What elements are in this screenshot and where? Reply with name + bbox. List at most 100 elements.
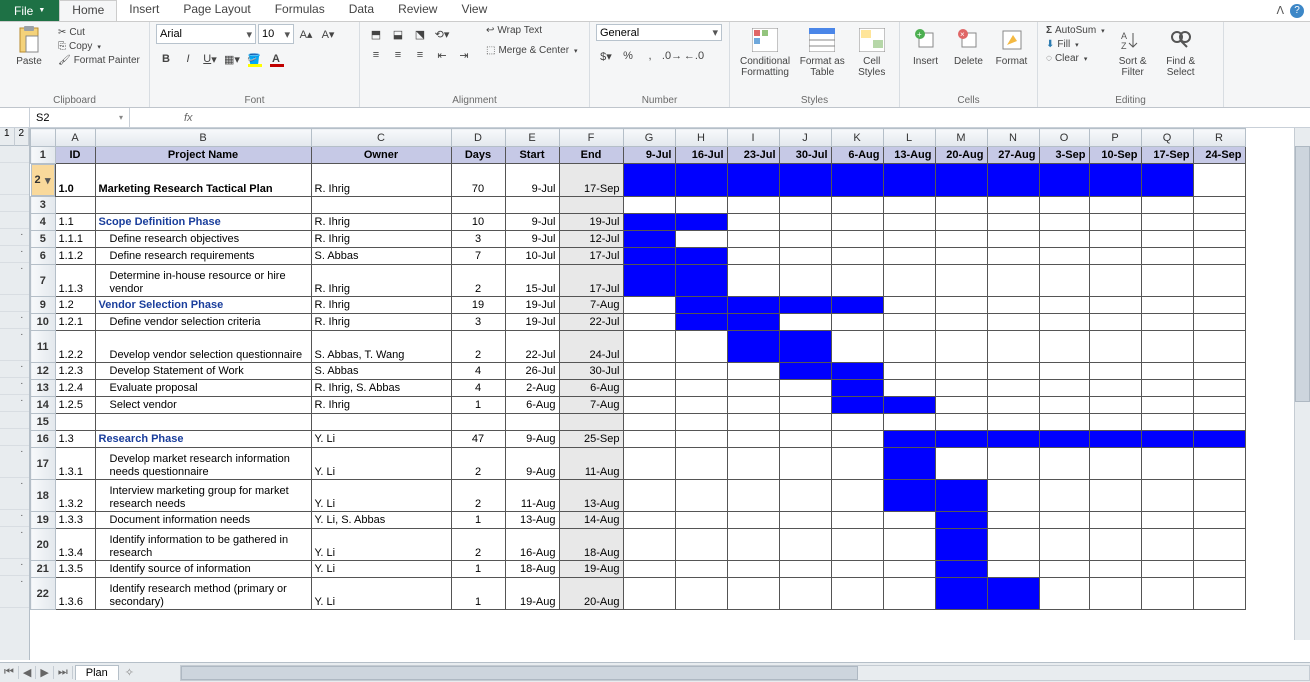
table-row[interactable]: 91.2Vendor Selection PhaseR. Ihrig1919-J… xyxy=(31,297,1246,314)
format-cells-button[interactable]: Format xyxy=(992,24,1031,69)
col-header-H[interactable]: H xyxy=(675,129,727,147)
table-row[interactable]: 171.3.1Develop market research informati… xyxy=(31,448,1246,480)
table-row[interactable]: 15 xyxy=(31,414,1246,431)
tab-view[interactable]: View xyxy=(449,0,499,21)
row-header-17[interactable]: 17 xyxy=(31,448,56,480)
sheet-nav-last[interactable]: ⏭ xyxy=(54,666,73,679)
sheet-nav-first[interactable]: ⏮ xyxy=(0,666,19,679)
format-painter-button[interactable]: 🖌Format Painter xyxy=(56,54,142,67)
table-row[interactable]: 211.3.5Identify source of informationY. … xyxy=(31,561,1246,578)
row-header-4[interactable]: 4 xyxy=(31,214,56,231)
outline-level-2[interactable]: 2 xyxy=(15,128,30,146)
tab-data[interactable]: Data xyxy=(337,0,386,21)
col-header-J[interactable]: J xyxy=(779,129,831,147)
increase-font-icon[interactable]: A▴ xyxy=(296,24,316,44)
table-row[interactable]: 3 xyxy=(31,197,1246,214)
merge-center-button[interactable]: ⬚Merge & Center▾ xyxy=(484,44,580,57)
align-center-icon[interactable]: ≡ xyxy=(388,45,408,65)
row-header-20[interactable]: 20 xyxy=(31,529,56,561)
col-header-C[interactable]: C xyxy=(311,129,451,147)
decrease-indent-icon[interactable]: ⇤ xyxy=(432,45,452,65)
conditional-formatting-button[interactable]: Conditional Formatting xyxy=(736,24,794,80)
bold-button[interactable]: B xyxy=(156,49,176,69)
table-row[interactable]: 221.3.6Identify research method (primary… xyxy=(31,578,1246,610)
col-header-O[interactable]: O xyxy=(1039,129,1089,147)
col-header-E[interactable]: E xyxy=(505,129,559,147)
sort-filter-button[interactable]: AZSort & Filter xyxy=(1111,24,1155,80)
spreadsheet-grid[interactable]: ABCDEFGHIJKLMNOPQR1IDProject NameOwnerDa… xyxy=(30,128,1310,660)
horizontal-scrollbar[interactable] xyxy=(180,665,1310,681)
col-header-L[interactable]: L xyxy=(883,129,935,147)
help-icon[interactable]: ? xyxy=(1290,4,1304,18)
row-header-19[interactable]: 19 xyxy=(31,512,56,529)
delete-cells-button[interactable]: ×Delete xyxy=(949,24,988,69)
table-row[interactable]: 191.3.3Document information needsY. Li, … xyxy=(31,512,1246,529)
table-row[interactable]: 1IDProject NameOwnerDaysStartEnd9-Jul16-… xyxy=(31,147,1246,164)
col-header-P[interactable]: P xyxy=(1089,129,1141,147)
table-row[interactable]: 111.2.2Develop vendor selection question… xyxy=(31,331,1246,363)
vertical-scrollbar[interactable] xyxy=(1294,128,1310,640)
table-row[interactable]: 21.0Marketing Research Tactical PlanR. I… xyxy=(31,164,1246,197)
border-button[interactable]: ▦▾ xyxy=(222,49,242,69)
row-header-18[interactable]: 18 xyxy=(31,480,56,512)
outline-level-1[interactable]: 1 xyxy=(0,128,15,146)
fill-button[interactable]: ⬇Fill▾ xyxy=(1044,38,1107,51)
comma-icon[interactable]: , xyxy=(640,46,660,66)
table-row[interactable]: 101.2.1Define vendor selection criteriaR… xyxy=(31,314,1246,331)
row-header-14[interactable]: 14 xyxy=(31,397,56,414)
orientation-icon[interactable]: ⟲▾ xyxy=(432,24,452,44)
new-sheet-icon[interactable]: ✧ xyxy=(119,666,140,679)
col-header-M[interactable]: M xyxy=(935,129,987,147)
fx-icon[interactable]: fx xyxy=(180,112,196,124)
copy-button[interactable]: ⎘Copy▾ xyxy=(56,40,142,53)
table-row[interactable]: 201.3.4Identify information to be gather… xyxy=(31,529,1246,561)
italic-button[interactable]: I xyxy=(178,49,198,69)
row-header-13[interactable]: 13 xyxy=(31,380,56,397)
table-row[interactable]: 71.1.3Determine in-house resource or hir… xyxy=(31,265,1246,297)
table-row[interactable]: 131.2.4Evaluate proposalR. Ihrig, S. Abb… xyxy=(31,380,1246,397)
row-header-7[interactable]: 7 xyxy=(31,265,56,297)
row-header-11[interactable]: 11 xyxy=(31,331,56,363)
font-size-select[interactable]: 10 xyxy=(258,24,294,44)
col-header-A[interactable]: A xyxy=(55,129,95,147)
row-header-15[interactable]: 15 xyxy=(31,414,56,431)
table-row[interactable]: 121.2.3Develop Statement of WorkS. Abbas… xyxy=(31,363,1246,380)
increase-indent-icon[interactable]: ⇥ xyxy=(454,45,474,65)
row-header-2[interactable]: 2 xyxy=(31,164,55,196)
col-header-R[interactable]: R xyxy=(1193,129,1245,147)
font-color-button[interactable]: A xyxy=(266,49,286,69)
row-header-6[interactable]: 6 xyxy=(31,248,56,265)
align-right-icon[interactable]: ≡ xyxy=(410,45,430,65)
align-left-icon[interactable]: ≡ xyxy=(366,45,386,65)
number-format-select[interactable]: General xyxy=(596,24,722,41)
row-header-1[interactable]: 1 xyxy=(31,147,56,164)
align-bottom-icon[interactable]: ⬔ xyxy=(410,24,430,44)
row-header-3[interactable]: 3 xyxy=(31,197,56,214)
sheet-nav-next[interactable]: ▶ xyxy=(36,666,53,679)
table-row[interactable]: 41.1Scope Definition PhaseR. Ihrig109-Ju… xyxy=(31,214,1246,231)
table-row[interactable]: 61.1.2Define research requirementsS. Abb… xyxy=(31,248,1246,265)
cut-button[interactable]: ✂Cut xyxy=(56,26,142,39)
col-header-K[interactable]: K xyxy=(831,129,883,147)
cell-styles-button[interactable]: Cell Styles xyxy=(850,24,893,80)
fill-color-button[interactable]: 🪣 xyxy=(244,49,264,69)
increase-decimal-icon[interactable]: .0→ xyxy=(662,46,682,66)
table-row[interactable]: 51.1.1Define research objectivesR. Ihrig… xyxy=(31,231,1246,248)
minimize-ribbon-icon[interactable]: ᐱ xyxy=(1276,4,1284,17)
font-name-select[interactable]: Arial xyxy=(156,24,256,44)
paste-button[interactable]: Paste xyxy=(6,24,52,69)
col-header-Q[interactable]: Q xyxy=(1141,129,1193,147)
col-header-D[interactable]: D xyxy=(451,129,505,147)
row-header-12[interactable]: 12 xyxy=(31,363,56,380)
row-header-22[interactable]: 22 xyxy=(31,578,56,610)
table-row[interactable]: 161.3Research PhaseY. Li479-Aug25-Sep xyxy=(31,431,1246,448)
insert-cells-button[interactable]: +Insert xyxy=(906,24,945,69)
tab-review[interactable]: Review xyxy=(386,0,449,21)
tab-formulas[interactable]: Formulas xyxy=(263,0,337,21)
percent-icon[interactable]: % xyxy=(618,46,638,66)
sheet-tab-plan[interactable]: Plan xyxy=(75,665,119,680)
row-header-10[interactable]: 10 xyxy=(31,314,56,331)
col-header-N[interactable]: N xyxy=(987,129,1039,147)
align-middle-icon[interactable]: ⬓ xyxy=(388,24,408,44)
col-header-F[interactable]: F xyxy=(559,129,623,147)
